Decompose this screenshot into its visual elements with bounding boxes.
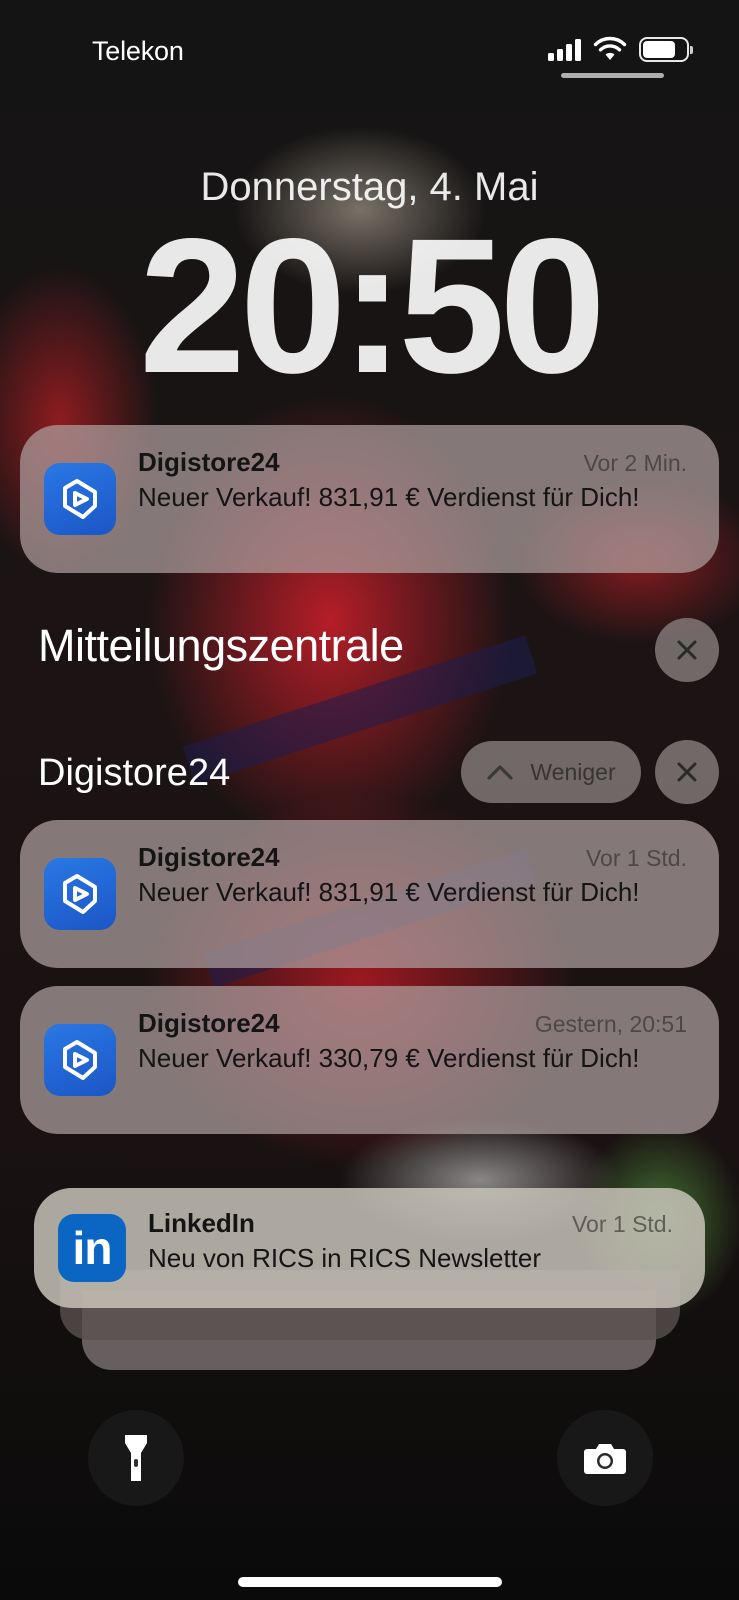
group-title: Digistore24 [38, 752, 231, 794]
notification-message: Neuer Verkauf! 831,91 € Verdienst für Di… [138, 877, 640, 907]
notification-time: Vor 1 Std. [571, 1211, 673, 1237]
linkedin-notification-card[interactable]: in LinkedIn Vor 1 Std. Neu von RICS in R… [34, 1188, 705, 1308]
home-indicator[interactable] [238, 1577, 502, 1587]
battery-icon [639, 36, 693, 62]
flashlight-button[interactable] [88, 1410, 184, 1506]
signal-icon [548, 37, 581, 61]
notification-app-name: Digistore24 [138, 447, 280, 477]
carrier-name: Telekon [92, 36, 184, 66]
notification-body: LinkedIn Vor 1 Std. Neu von RICS in RICS… [148, 1208, 673, 1275]
notification-message: Neu von RICS in RICS Newsletter [148, 1243, 542, 1273]
notification-body: Digistore24 Vor 2 Min. Neuer Verkauf! 83… [138, 447, 687, 514]
camera-icon [584, 1444, 626, 1474]
wifi-icon [593, 36, 627, 60]
notification-time: Vor 2 Min. [583, 450, 687, 476]
show-less-button[interactable]: Weniger [461, 741, 641, 803]
flashlight-icon [125, 1435, 147, 1481]
notification-app-name: Digistore24 [138, 1008, 280, 1038]
notification-card[interactable]: Digistore24 Gestern, 20:51 Neuer Verkauf… [20, 986, 719, 1134]
status-bar: Telekon [0, 0, 739, 100]
notification-time: Gestern, 20:51 [534, 1011, 687, 1037]
notification-card[interactable]: Digistore24 Vor 1 Std. Neuer Verkauf! 83… [20, 820, 719, 968]
lock-time: 20:50 [138, 198, 606, 413]
control-center-handle[interactable] [561, 73, 664, 78]
digistore-app-icon [44, 463, 116, 535]
linkedin-app-icon: in [58, 1214, 126, 1282]
notification-message: Neuer Verkauf! 831,91 € Verdienst für Di… [138, 482, 640, 512]
notification-body: Digistore24 Vor 1 Std. Neuer Verkauf! 83… [138, 842, 687, 909]
chevron-up-icon [487, 765, 513, 780]
notification-body: Digistore24 Gestern, 20:51 Neuer Verkauf… [138, 1008, 687, 1075]
status-icons [548, 36, 693, 62]
close-icon [677, 640, 697, 660]
linkedin-logo-text: in [72, 1222, 113, 1274]
notification-message: Neuer Verkauf! 330,79 € Verdienst für Di… [138, 1043, 640, 1073]
digistore-app-icon [44, 1024, 116, 1096]
notification-time: Vor 1 Std. [585, 845, 687, 871]
clear-all-button[interactable] [655, 618, 719, 682]
notification-app-name: LinkedIn [148, 1208, 255, 1238]
notification-app-name: Digistore24 [138, 842, 280, 872]
notification-center-title: Mitteilungszentrale [38, 620, 404, 671]
show-less-label: Weniger [530, 758, 616, 785]
close-icon [677, 762, 697, 782]
digistore-app-icon [44, 858, 116, 930]
notification-card[interactable]: Digistore24 Vor 2 Min. Neuer Verkauf! 83… [20, 425, 719, 573]
clear-group-button[interactable] [655, 740, 719, 804]
camera-button[interactable] [557, 1410, 653, 1506]
